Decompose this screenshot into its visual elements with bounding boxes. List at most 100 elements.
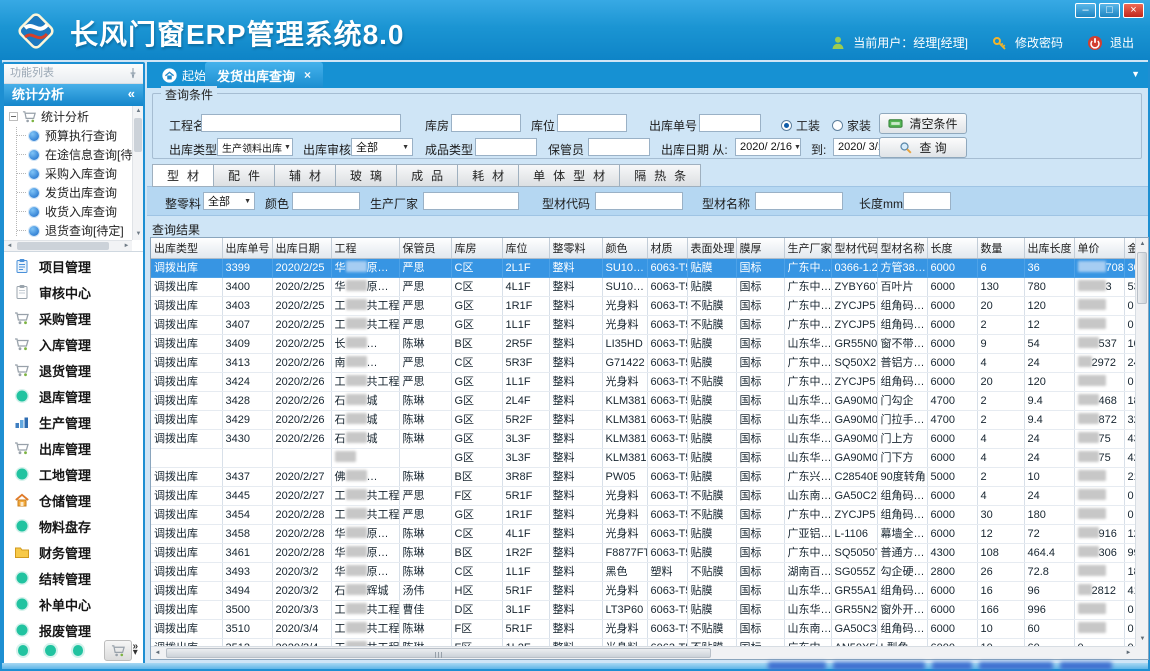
pin-icon[interactable] (127, 67, 139, 79)
scroll-left-icon[interactable]: ◄ (151, 647, 164, 660)
sidebar-item-补单中心[interactable]: 补单中心 (4, 591, 143, 617)
sidebar-item-工地管理[interactable]: 工地管理 (4, 461, 143, 487)
home-install-radio[interactable]: 家装 (832, 117, 871, 134)
scroll-right-icon[interactable]: ► (1122, 647, 1135, 660)
table-row[interactable]: 调拨出库34582020/2/28华原…陈琳C区4L1F整料光身料6063-T5… (151, 524, 1136, 543)
grid-vertical-scrollbar[interactable]: ▲ ▼ (1135, 238, 1148, 646)
minimize-button[interactable]: – (1075, 3, 1096, 18)
column-header-膜厚[interactable]: 膜厚 (736, 238, 784, 258)
outbound-type-select[interactable]: 生产领料出库▼ (217, 138, 293, 156)
column-header-保管员[interactable]: 保管员 (399, 238, 451, 258)
column-header-型材名称[interactable]: 型材名称 (877, 238, 927, 258)
column-header-单价[interactable]: 单价 (1074, 238, 1124, 258)
scroll-up-icon[interactable]: ▲ (1136, 238, 1149, 251)
material-tab-成品[interactable]: 成品 (397, 164, 458, 187)
table-row[interactable]: 调拨出库34282020/2/26石城陈琳G区2L4F整料KLM38176063… (151, 391, 1136, 410)
column-header-整零料[interactable]: 整零料 (549, 238, 602, 258)
logout-link[interactable]: 退出 (1110, 34, 1134, 51)
table-row[interactable]: 调拨出库34612020/2/28华原…陈琳B区1R2F整料F8877FT606… (151, 543, 1136, 562)
scroll-down-icon[interactable]: ▼ (1136, 633, 1149, 646)
grid-horizontal-scrollbar[interactable]: ◄ ► (151, 646, 1135, 659)
tree-horizontal-scrollbar[interactable]: ◄ ► (4, 240, 132, 251)
project-name-input[interactable] (201, 114, 401, 132)
collapse-icon[interactable]: « (128, 83, 135, 105)
sidebar-item-生产管理[interactable]: 生产管理 (4, 409, 143, 435)
change-password-link[interactable]: 修改密码 (1015, 34, 1063, 51)
outbound-audit-select[interactable]: 全部▼ (351, 138, 413, 156)
sidebar-item-退货管理[interactable]: 退货管理 (4, 357, 143, 383)
tree-vscroll-thumb[interactable] (134, 118, 142, 152)
cart-module-button[interactable] (104, 640, 132, 661)
column-header-表面处理[interactable]: 表面处理 (687, 238, 736, 258)
color-input[interactable] (292, 192, 360, 210)
profile-code-input[interactable] (595, 192, 683, 210)
grid-vscroll-thumb[interactable] (1137, 252, 1147, 304)
tree-hscroll-thumb[interactable] (17, 242, 109, 250)
tree-root-node[interactable]: 统计分析 (4, 106, 132, 126)
grid-hscroll-thumb[interactable] (166, 648, 711, 658)
material-tab-单体型材[interactable]: 单体型材 (519, 164, 620, 187)
table-row[interactable]: 调拨出库34242020/2/26工共工程严思G区1L1F整料光身料6063-T… (151, 372, 1136, 391)
sidebar-item-入库管理[interactable]: 入库管理 (4, 331, 143, 357)
whole-piece-select[interactable]: 全部▼ (203, 192, 255, 210)
sidebar-item-财务管理[interactable]: 财务管理 (4, 539, 143, 565)
tree-item-退货查询[待定][interactable]: 退货查询[待定] (4, 221, 132, 240)
material-tab-玻璃[interactable]: 玻璃 (336, 164, 397, 187)
table-row[interactable]: 调拨出库34452020/2/27工共工程严思F区5R1F整料光身料6063-T… (151, 486, 1136, 505)
column-header-出库单号[interactable]: 出库单号 (222, 238, 272, 258)
tab-shipping-outbound-query[interactable]: 发货出库查询 × (205, 62, 323, 88)
table-row[interactable]: 调拨出库33992020/2/25华原…严思C区2L1F整料SU10…6063-… (151, 258, 1136, 277)
column-header-长度[interactable]: 长度 (927, 238, 977, 258)
table-row[interactable]: 调拨出库34542020/2/28工共工程严思G区1R1F整料光身料6063-T… (151, 505, 1136, 524)
sidebar-item-出库管理[interactable]: 出库管理 (4, 435, 143, 461)
order-no-input[interactable] (699, 114, 761, 132)
sidebar-section-header[interactable]: 统计分析 « (4, 84, 143, 106)
tab-close-icon[interactable]: × (304, 68, 311, 82)
column-header-材质[interactable]: 材质 (647, 238, 687, 258)
maximize-button[interactable]: □ (1099, 3, 1120, 18)
tree-item-发货出库查询[interactable]: 发货出库查询 (4, 183, 132, 202)
tabbar-dropdown-icon[interactable]: ▼ (1131, 69, 1140, 79)
close-button[interactable]: × (1123, 3, 1144, 18)
module-dot-icon[interactable] (73, 645, 83, 656)
table-row[interactable]: 调拨出库34302020/2/26石城陈琳G区3L3F整料KLM38176063… (151, 429, 1136, 448)
tree-expand-icon[interactable] (9, 112, 18, 121)
tree-item-采购入库查询[interactable]: 采购入库查询 (4, 164, 132, 183)
module-dot-icon[interactable] (45, 645, 55, 656)
sidebar-item-审核中心[interactable]: 审核中心 (4, 279, 143, 305)
sidebar-item-结转管理[interactable]: 结转管理 (4, 565, 143, 591)
table-row[interactable]: 调拨出库34032020/2/25工共工程严思G区1R1F整料光身料6063-T… (151, 296, 1136, 315)
keeper-input[interactable] (588, 138, 650, 156)
module-dot-icon[interactable] (18, 645, 28, 656)
date-from-select[interactable]: 2020/ 2/16▼ (735, 138, 801, 156)
column-header-出库日期[interactable]: 出库日期 (272, 238, 331, 258)
column-header-库房[interactable]: 库房 (451, 238, 502, 258)
column-header-出库长度[interactable]: 出库长度 (1024, 238, 1074, 258)
work-install-radio[interactable]: 工装 (781, 117, 820, 134)
length-input[interactable] (903, 192, 951, 210)
scroll-up-icon[interactable]: ▲ (133, 106, 143, 117)
scroll-right-icon[interactable]: ► (121, 241, 132, 252)
sidebar-overflow-button[interactable]: »▾ (132, 644, 138, 656)
table-row[interactable]: 调拨出库35102020/3/4工共工程陈琳F区5R1F整料光身料6063-T5… (151, 619, 1136, 638)
sidebar-item-项目管理[interactable]: 项目管理 (4, 253, 143, 279)
table-row[interactable]: 调拨出库34132020/2/26南…严思C区5R3F整料G714226063-… (151, 353, 1136, 372)
search-button[interactable]: 查 询 (879, 137, 967, 158)
warehouse-input[interactable] (451, 114, 521, 132)
table-row[interactable]: 调拨出库34092020/2/25长…陈琳B区2R5F整料LI35HD6063-… (151, 334, 1136, 353)
sidebar-item-采购管理[interactable]: 采购管理 (4, 305, 143, 331)
clear-conditions-button[interactable]: 清空条件 (879, 113, 967, 134)
tree-vertical-scrollbar[interactable]: ▲ ▼ (132, 106, 143, 240)
column-header-库位[interactable]: 库位 (502, 238, 549, 258)
product-type-input[interactable] (475, 138, 537, 156)
table-row[interactable]: 调拨出库34072020/2/25工共工程严思G区1L1F整料光身料6063-T… (151, 315, 1136, 334)
table-row[interactable]: 调拨出库34942020/3/2石辉城汤伟H区5R1F整料光身料6063-T5贴… (151, 581, 1136, 600)
tree-item-预算执行查询[interactable]: 预算执行查询 (4, 126, 132, 145)
sidebar-item-退库管理[interactable]: 退库管理 (4, 383, 143, 409)
material-tab-耗材[interactable]: 耗材 (458, 164, 519, 187)
material-tab-辅材[interactable]: 辅材 (275, 164, 336, 187)
column-header-生产厂家[interactable]: 生产厂家 (784, 238, 831, 258)
sidebar-item-仓储管理[interactable]: 仓储管理 (4, 487, 143, 513)
table-row[interactable]: 调拨出库34372020/2/27佛…陈琳B区3R8F整料PW056063-T5… (151, 467, 1136, 486)
tree-item-在途信息查询[待[interactable]: 在途信息查询[待 (4, 145, 132, 164)
